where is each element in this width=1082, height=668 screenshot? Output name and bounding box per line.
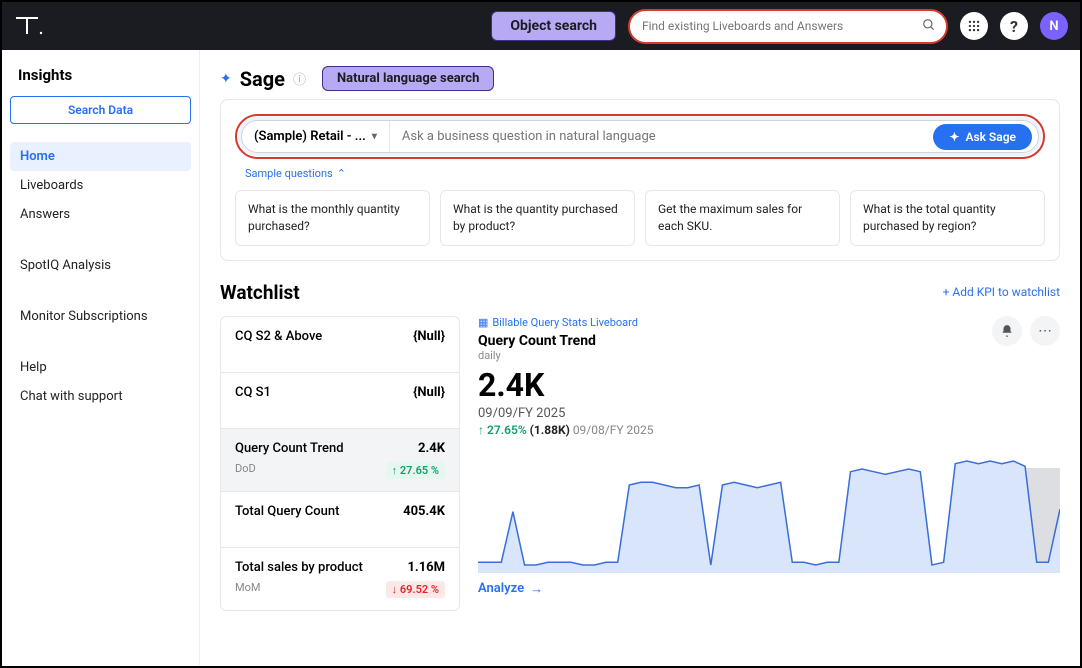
sample-question[interactable]: What is the total quantity purchased by … <box>850 190 1045 246</box>
ask-sage-button[interactable]: ✦ Ask Sage <box>933 124 1032 150</box>
sample-question[interactable]: What is the monthly quantity purchased? <box>235 190 430 246</box>
kpi-detail: ▦ Billable Query Stats Liveboard Query C… <box>478 316 1060 611</box>
kpi-value: 2.4K <box>418 441 445 456</box>
object-search-annotation: Object search <box>491 11 616 41</box>
sidebar-item[interactable]: Home <box>10 142 191 171</box>
nl-search-annotation: Natural language search <box>322 66 494 91</box>
sample-questions-toggle[interactable]: Sample questions ⌃ <box>235 159 1045 190</box>
logo[interactable] <box>14 14 44 38</box>
kpi-delta: ↓ 69.52 % <box>386 581 445 598</box>
kpi-row[interactable]: CQ S2 & Above {Null} <box>221 317 459 373</box>
avatar[interactable]: N <box>1040 12 1068 40</box>
sparkle-icon: ✦ <box>949 130 959 144</box>
nl-search-wrap: (Sample) Retail - ... ▾ ✦ Ask Sage <box>235 114 1045 159</box>
help-icon[interactable]: ? <box>1000 12 1028 40</box>
search-icon[interactable] <box>914 13 944 40</box>
kpi-detail-title: Query Count Trend <box>478 333 653 349</box>
kpi-value: {Null} <box>413 329 445 344</box>
sidebar-item[interactable]: Answers <box>10 200 191 229</box>
page-title: Sage <box>240 67 285 91</box>
kpi-row[interactable]: Query Count Trend 2.4K DoD ↑ 27.65 % <box>221 429 459 492</box>
nl-search-input[interactable] <box>390 121 933 152</box>
ask-sage-label: Ask Sage <box>965 130 1016 144</box>
kpi-name: Query Count Trend <box>235 441 344 456</box>
kpi-detail-date: 09/09/FY 2025 <box>478 406 653 421</box>
add-kpi-link[interactable]: + Add KPI to watchlist <box>943 285 1060 299</box>
dataset-selector[interactable]: (Sample) Retail - ... ▾ <box>242 121 390 152</box>
object-search[interactable] <box>628 9 948 44</box>
watchlist-title: Watchlist <box>220 281 300 304</box>
analyze-link[interactable]: Analyze → <box>478 581 1060 597</box>
kpi-detail-value: 2.4K <box>478 366 653 404</box>
sample-question[interactable]: What is the quantity purchased by produc… <box>440 190 635 246</box>
kpi-value: 1.16M <box>407 560 445 575</box>
sidebar-title: Insights <box>10 66 191 96</box>
sidebar-item[interactable]: Chat with support <box>10 382 191 411</box>
top-bar: Object search ? N <box>2 2 1080 50</box>
kpi-row[interactable]: Total sales by product 1.16M MoM ↓ 69.52 % <box>221 548 459 610</box>
kpi-name: CQ S2 & Above <box>235 329 322 344</box>
kpi-sub: MoM <box>235 581 260 598</box>
sidebar: Insights Search Data HomeLiveboardsAnswe… <box>2 50 200 666</box>
kpi-value: {Null} <box>413 385 445 400</box>
dataset-label: (Sample) Retail - ... <box>254 129 366 144</box>
search-data-button[interactable]: Search Data <box>10 96 191 124</box>
kpi-row[interactable]: CQ S1 {Null} <box>221 373 459 429</box>
kpi-detail-change: ↑ 27.65% (1.88K) 09/08/FY 2025 <box>478 423 653 437</box>
apps-icon[interactable] <box>960 12 988 40</box>
more-icon[interactable]: ⋯ <box>1030 316 1060 346</box>
kpi-name: Total sales by product <box>235 560 363 575</box>
kpi-sub: DoD <box>235 462 256 479</box>
sparkle-icon: ✦ <box>220 71 232 87</box>
sidebar-item[interactable]: SpotIQ Analysis <box>10 251 191 280</box>
kpi-name: CQ S1 <box>235 385 271 400</box>
kpi-delta: ↑ 27.65 % <box>386 462 445 479</box>
sidebar-item[interactable]: Help <box>10 353 191 382</box>
arrow-right-icon: → <box>530 581 543 597</box>
sidebar-item[interactable]: Liveboards <box>10 171 191 200</box>
chevron-up-icon: ⌃ <box>337 167 346 180</box>
kpi-value: 405.4K <box>403 504 445 519</box>
trend-chart <box>478 453 1060 573</box>
kpi-list: CQ S2 & Above {Null} CQ S1 {Null} Query Coun… <box>220 316 460 611</box>
kpi-name: Total Query Count <box>235 504 339 519</box>
sage-card: (Sample) Retail - ... ▾ ✦ Ask Sage Sampl… <box>220 99 1060 261</box>
main-content: ✦ Sage ⓘ Natural language search (Sample… <box>200 50 1080 666</box>
alert-icon[interactable] <box>992 316 1022 346</box>
kpi-detail-freq: daily <box>478 349 653 362</box>
kpi-detail-source[interactable]: ▦ Billable Query Stats Liveboard <box>478 316 653 329</box>
sidebar-item[interactable]: Monitor Subscriptions <box>10 302 191 331</box>
liveboard-icon: ▦ <box>478 316 488 329</box>
sample-question[interactable]: Get the maximum sales for each SKU. <box>645 190 840 246</box>
kpi-row[interactable]: Total Query Count 405.4K <box>221 492 459 548</box>
object-search-input[interactable] <box>632 13 914 39</box>
chevron-down-icon: ▾ <box>372 131 377 142</box>
info-icon[interactable]: ⓘ <box>293 69 306 88</box>
